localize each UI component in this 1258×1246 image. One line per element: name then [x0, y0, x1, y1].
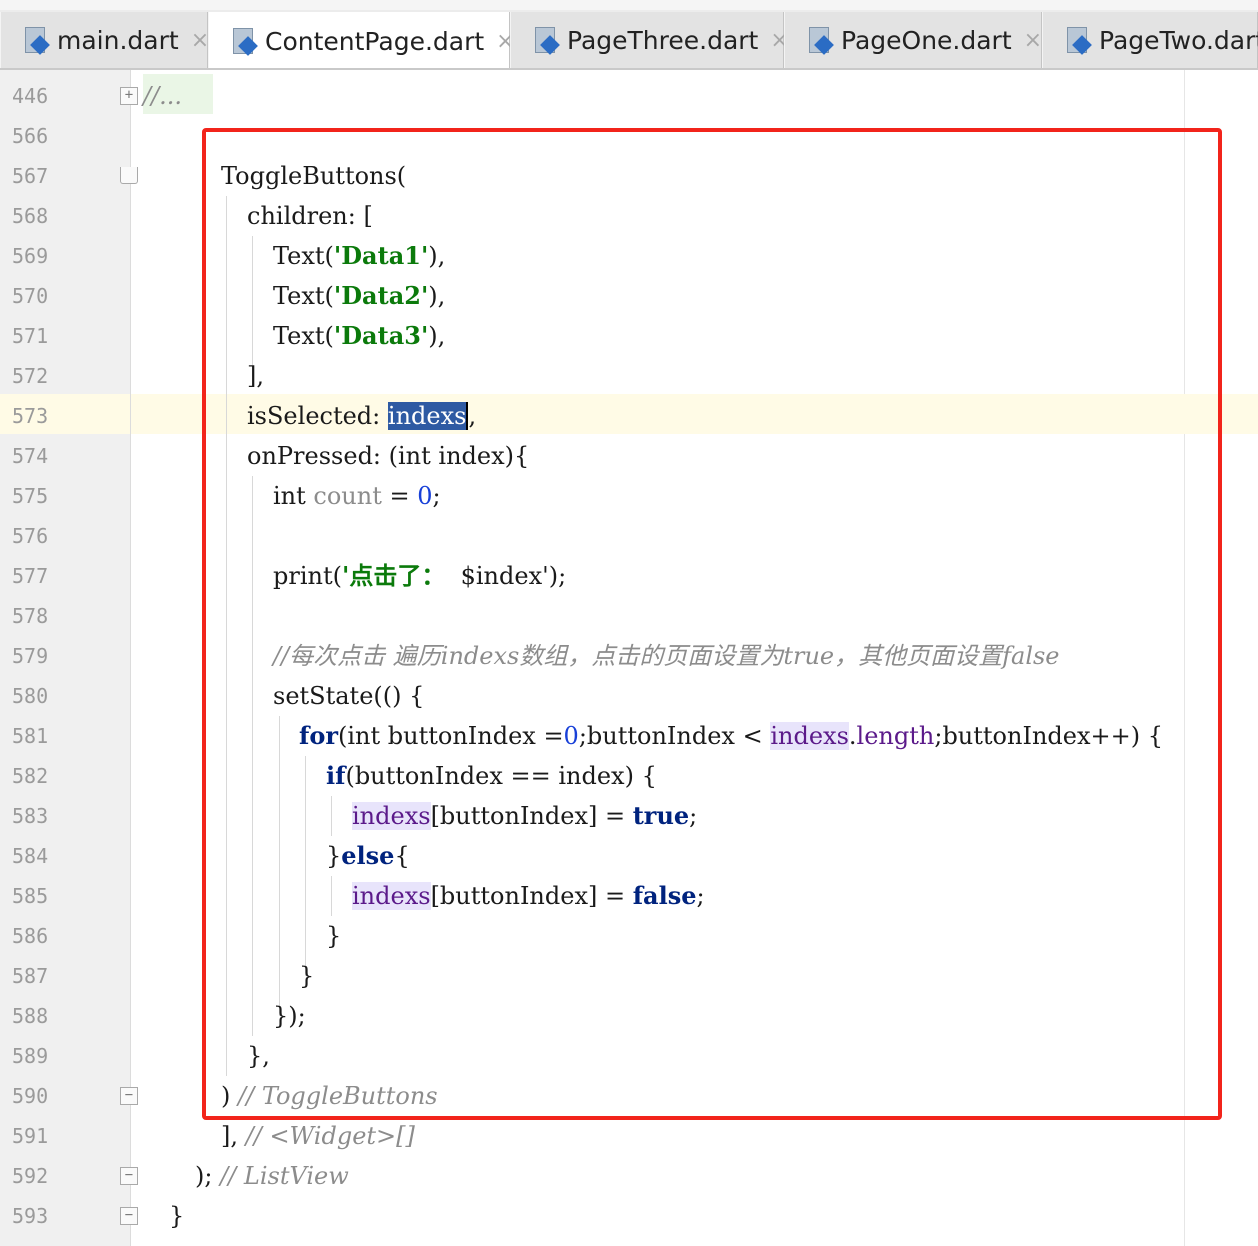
- code-line-593: }: [169, 1202, 185, 1230]
- line-number: 586: [12, 924, 49, 948]
- tab-pagethree-dart[interactable]: PageThree.dart ×: [510, 12, 789, 68]
- tab-contentpage-dart[interactable]: ContentPage.dart ×: [208, 12, 515, 68]
- line-number: 568: [12, 204, 49, 228]
- line-number: 593: [12, 1204, 49, 1228]
- line-number: 570: [12, 284, 49, 308]
- line-number: 572: [12, 364, 49, 388]
- line-number: 579: [12, 644, 49, 668]
- code-line-592: ); // ListView: [195, 1162, 349, 1190]
- line-number: 578: [12, 604, 49, 628]
- line-number: 583: [12, 804, 49, 828]
- fold-collapse-icon[interactable]: −: [120, 1167, 138, 1185]
- line-number: 590: [12, 1084, 49, 1108]
- line-number: 585: [12, 884, 49, 908]
- fold-collapse-icon[interactable]: [120, 167, 138, 185]
- editor-tab-bar: main.dart × ContentPage.dart × PageThree…: [0, 0, 1258, 70]
- close-icon[interactable]: ×: [1024, 28, 1042, 53]
- line-number: 587: [12, 964, 49, 988]
- dart-file-icon: [1063, 25, 1093, 55]
- tab-pageone-dart[interactable]: PageOne.dart ×: [784, 12, 1042, 68]
- line-number: 446: [12, 84, 49, 108]
- tab-label: PageOne.dart: [841, 25, 1012, 55]
- gutter-separator: [130, 70, 131, 1246]
- line-number: 575: [12, 484, 49, 508]
- line-number: 581: [12, 724, 49, 748]
- fold-expand-icon[interactable]: +: [120, 87, 138, 105]
- line-number: 576: [12, 524, 49, 548]
- tab-main-dart[interactable]: main.dart ×: [0, 12, 209, 68]
- code-line-591: ], // <Widget>[]: [221, 1122, 415, 1150]
- highlight-annotation-box: [202, 128, 1222, 1120]
- tab-bar-top-strip: [0, 0, 1258, 10]
- line-number: 589: [12, 1044, 49, 1068]
- dart-file-icon: [21, 25, 51, 55]
- line-number: 591: [12, 1124, 49, 1148]
- line-number: 574: [12, 444, 49, 468]
- line-number: 580: [12, 684, 49, 708]
- dart-file-icon: [805, 25, 835, 55]
- line-number: 582: [12, 764, 49, 788]
- line-number: 571: [12, 324, 49, 348]
- close-icon[interactable]: ×: [191, 28, 209, 53]
- line-number: 567: [12, 164, 49, 188]
- fold-collapse-icon[interactable]: −: [120, 1087, 138, 1105]
- tab-label: ContentPage.dart: [265, 26, 485, 56]
- line-number: 566: [12, 124, 49, 148]
- tab-label: main.dart: [57, 25, 179, 55]
- line-number: 584: [12, 844, 49, 868]
- dart-file-icon: [531, 25, 561, 55]
- line-number: 592: [12, 1164, 49, 1188]
- dart-file-icon: [229, 26, 259, 56]
- line-number: 573: [12, 404, 49, 428]
- line-number: 577: [12, 564, 49, 588]
- line-number: 569: [12, 244, 49, 268]
- folded-code-placeholder[interactable]: //...: [143, 76, 182, 116]
- tab-label: PageThree.dart: [567, 25, 759, 55]
- line-number: 588: [12, 1004, 49, 1028]
- tab-pagetwo-dart[interactable]: PageTwo.dart: [1042, 12, 1258, 68]
- tab-label: PageTwo.dart: [1099, 25, 1258, 55]
- fold-collapse-icon[interactable]: −: [120, 1207, 138, 1225]
